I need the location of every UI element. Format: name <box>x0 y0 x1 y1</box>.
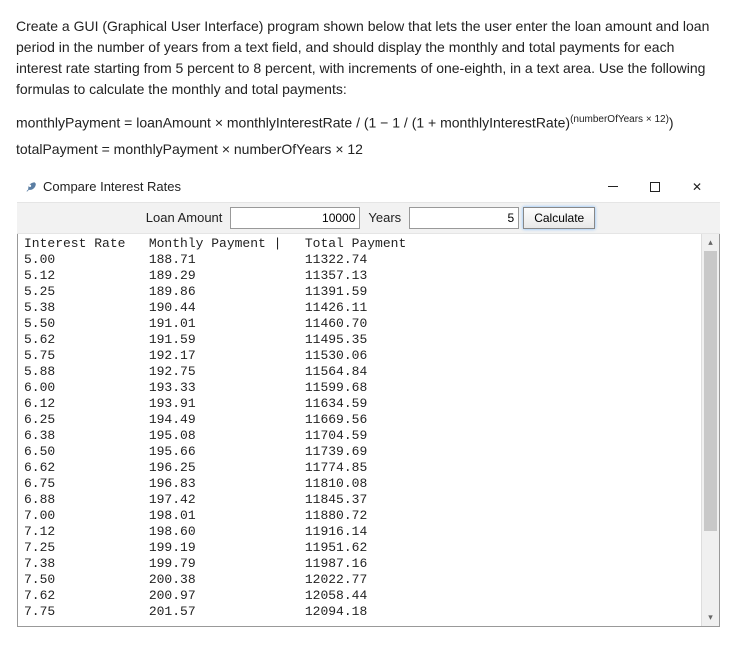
output-container: Interest Rate Monthly Payment | Total Pa… <box>17 234 720 627</box>
results-textarea[interactable]: Interest Rate Monthly Payment | Total Pa… <box>18 234 701 626</box>
title-bar: Compare Interest Rates <box>17 172 720 202</box>
formula-monthly-body: monthlyPayment = loanAmount × monthlyInt… <box>16 115 570 131</box>
formula-monthly: monthlyPayment = loanAmount × monthlyInt… <box>16 114 721 131</box>
years-label: Years <box>364 210 405 225</box>
app-icon <box>23 180 37 194</box>
loan-amount-label: Loan Amount <box>142 210 227 225</box>
scroll-down-arrow-icon[interactable]: ▾ <box>702 609 719 626</box>
scrollbar-thumb[interactable] <box>704 251 717 531</box>
instructions-paragraph: Create a GUI (Graphical User Interface) … <box>16 16 721 100</box>
years-input[interactable] <box>409 207 519 229</box>
minimize-button[interactable] <box>592 173 634 201</box>
app-window: Compare Interest Rates Loan Amount Years… <box>16 171 721 628</box>
maximize-button[interactable] <box>634 173 676 201</box>
vertical-scrollbar[interactable]: ▴ ▾ <box>701 234 719 626</box>
loan-amount-input[interactable] <box>230 207 360 229</box>
input-toolbar: Loan Amount Years Calculate <box>17 202 720 234</box>
calculate-button[interactable]: Calculate <box>523 207 595 229</box>
formula-monthly-tail: ) <box>669 115 674 131</box>
window-title: Compare Interest Rates <box>43 179 181 194</box>
scroll-up-arrow-icon[interactable]: ▴ <box>702 234 719 251</box>
formula-total: totalPayment = monthlyPayment × numberOf… <box>16 141 721 157</box>
close-button[interactable] <box>676 173 718 201</box>
formula-monthly-exponent: (numberOfYears × 12) <box>570 114 669 125</box>
